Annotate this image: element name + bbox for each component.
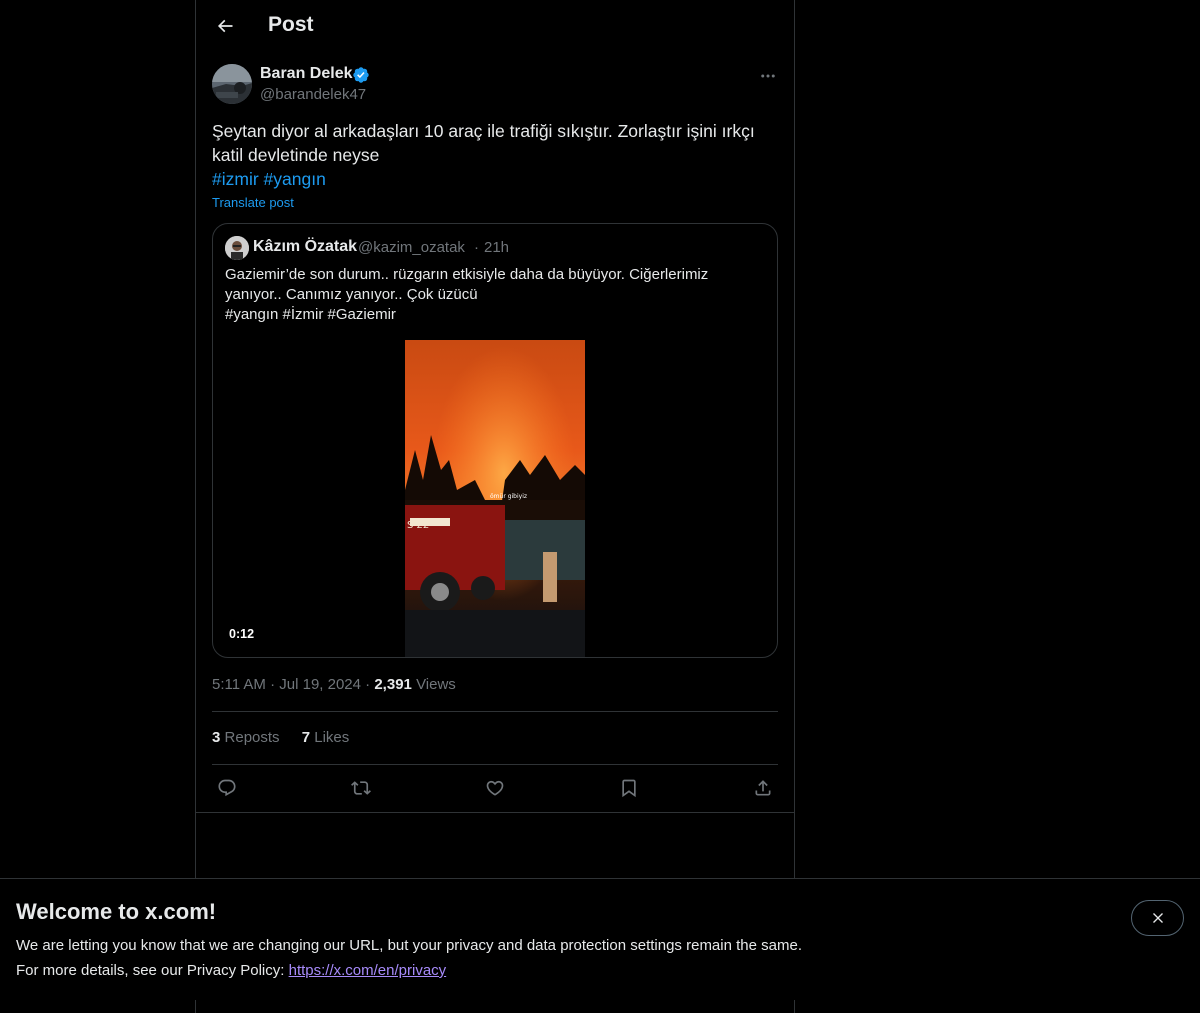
action-bar [212,775,778,801]
verified-badge-icon [353,67,369,83]
hashtag-link[interactable]: #izmir [212,169,259,189]
url-change-banner: Welcome to x.com! We are letting you kno… [0,878,1200,1000]
bookmark-button[interactable] [616,775,642,801]
like-icon [486,780,504,796]
bookmark-icon [622,779,636,798]
avatar[interactable] [212,64,252,104]
separator-dot: · [474,239,479,256]
post-text: Şeytan diyor al arkadaşları 10 araç ile … [212,121,755,165]
quote-author-handle[interactable]: @kazim_ozatak [358,239,465,256]
privacy-policy-link[interactable]: https://x.com/en/privacy [289,962,447,979]
banner-title: Welcome to x.com! [16,899,217,924]
author-name[interactable]: Baran Delek [260,65,353,83]
quote-timestamp[interactable]: 21h [484,239,509,256]
back-button[interactable] [210,11,240,41]
video-watermark: ömür gibiyiz [490,493,527,500]
svg-text:S 22: S 22 [407,520,429,531]
reply-button[interactable] [214,775,240,801]
primary-column: Post Baran Delek @barandelek47 Şeytan di… [195,0,795,1013]
post-metadata: 5:11 AM · Jul 19, 2024 · 2,391 Views [212,676,456,693]
video-duration: 0:12 [225,626,259,642]
more-button[interactable] [758,66,778,86]
repost-icon [351,781,371,795]
quote-text: Gaziemir’de son durum.. rüzgarın etkisiy… [225,266,709,303]
video-player[interactable]: S 22 ömür gibiyiz [405,340,585,657]
banner-privacy-line: For more details, see our Privacy Policy… [16,962,446,979]
likes-stat[interactable]: 7 Likes [302,729,350,746]
hashtag-link[interactable]: #yangın [264,169,326,189]
page-title: Post [268,13,314,36]
quote-hashtags: #yangın #İzmir #Gaziemir [225,306,396,323]
reply-icon [218,779,236,797]
share-button[interactable] [750,775,776,801]
likes-count: 7 [301,729,311,746]
divider [196,812,794,813]
post-author: Baran Delek @barandelek47 [212,64,778,108]
views-count: 2,391 [374,676,412,693]
quoted-post[interactable]: Kâzım Özatak @kazim_ozatak · 21h Gaziemi… [212,223,778,658]
quote-avatar[interactable] [225,236,249,260]
views-label: Views [416,676,456,693]
reposts-stat[interactable]: 3 Reposts [212,729,284,746]
banner-privacy-prefix: For more details, see our Privacy Policy… [16,962,285,979]
page-header: Post [196,0,794,54]
banner-message: We are letting you know that we are chan… [16,937,802,954]
post-hashtags: #izmir #yangın [212,167,326,191]
post-time[interactable]: 5:11 AM [212,676,266,693]
reposts-label: Reposts [224,729,280,746]
close-icon [1152,913,1163,923]
banner-close-button[interactable] [1131,900,1184,936]
reposts-count: 3 [212,729,221,746]
translate-post-link[interactable]: Translate post [212,195,294,210]
quote-author-name[interactable]: Kâzım Özatak [253,238,357,256]
back-arrow-icon [217,19,233,33]
divider [212,764,778,765]
engagement-stats: 3 Reposts 7 Likes [212,729,367,746]
more-icon [761,74,775,78]
like-button[interactable] [482,775,508,801]
author-handle[interactable]: @barandelek47 [260,86,366,103]
post-date[interactable]: Jul 19, 2024 [279,676,361,693]
divider [212,711,778,712]
repost-button[interactable] [348,775,374,801]
share-icon [755,780,771,796]
likes-label: Likes [314,729,350,746]
